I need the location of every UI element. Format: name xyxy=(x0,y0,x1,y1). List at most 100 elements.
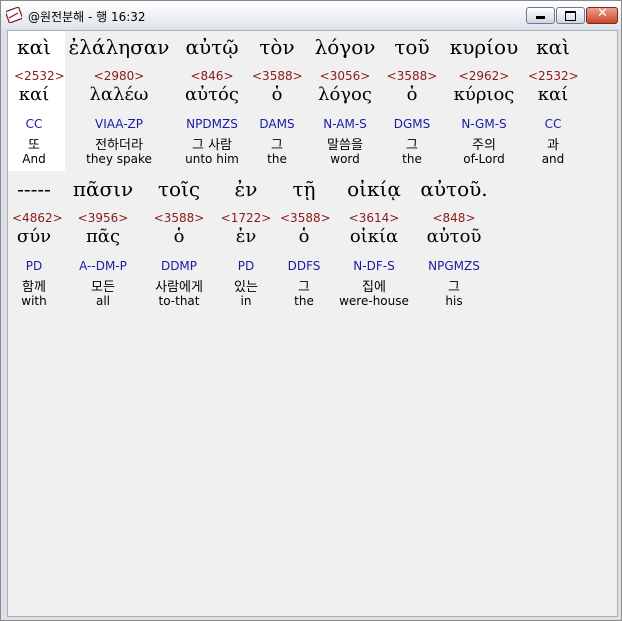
greek-word: αὐτῷ xyxy=(185,35,239,59)
morph-code: NPGMZS xyxy=(428,259,480,273)
korean-gloss: 과 xyxy=(547,138,559,153)
english-gloss: of-Lord xyxy=(463,152,505,166)
morph-code: DDMP xyxy=(160,259,198,273)
lemma: ὁ xyxy=(298,226,310,247)
greek-word: πᾶσιν xyxy=(72,177,134,201)
english-gloss: all xyxy=(95,294,111,308)
korean-gloss: 집에 xyxy=(362,280,386,295)
lemma: καί xyxy=(18,84,50,105)
strong-number: <3588> xyxy=(153,211,205,225)
english-gloss: to-that xyxy=(158,294,200,308)
morph-code: CC xyxy=(25,117,43,131)
morph-code: CC xyxy=(544,117,562,131)
korean-gloss: 모든 xyxy=(91,280,115,295)
lemma: λόγος xyxy=(318,84,372,105)
korean-gloss: 말씀을 xyxy=(327,138,363,153)
app-book-icon xyxy=(6,7,22,23)
window-title: @원전분해 - 행 16:32 xyxy=(28,10,146,24)
title-bar[interactable]: @원전분해 - 행 16:32 ✕ xyxy=(1,1,621,29)
english-gloss: unto him xyxy=(185,152,239,166)
lemma: οἰκία xyxy=(349,226,399,247)
lemma: ὁ xyxy=(271,84,283,105)
greek-word: κυρίου xyxy=(449,35,519,59)
strong-number: <3614> xyxy=(348,211,400,225)
english-gloss: the xyxy=(267,152,287,166)
strong-number: <2980> xyxy=(93,69,145,83)
strong-number: <3588> xyxy=(252,69,303,83)
lemma: καί xyxy=(537,84,569,105)
korean-gloss: 그 xyxy=(448,280,460,295)
minimize-icon xyxy=(536,16,545,19)
lemma: ἐν xyxy=(235,226,257,247)
korean-gloss: 그 xyxy=(271,138,283,153)
morph-code: A--DM-P xyxy=(79,259,127,273)
english-gloss: were-house xyxy=(339,294,409,308)
morph-code: VIAA-ZP xyxy=(94,117,144,131)
app-window: @원전분해 - 행 16:32 ✕ καὶ <2532> καί CC 또 An… xyxy=(0,0,622,621)
greek-word: καὶ xyxy=(536,35,570,59)
lemma: κύριος xyxy=(453,84,515,105)
korean-gloss: 그 사람 xyxy=(191,138,232,153)
english-gloss: the xyxy=(294,294,314,308)
strong-number: <846> xyxy=(190,69,234,83)
close-icon: ✕ xyxy=(597,6,608,21)
lemma: ὁ xyxy=(173,226,185,247)
greek-word: ----- xyxy=(17,177,51,201)
strong-number: <3588> xyxy=(280,211,331,225)
greek-word: αὐτοῦ. xyxy=(420,177,488,201)
english-gloss: they spake xyxy=(86,152,152,166)
morph-code: DGMS xyxy=(393,117,431,131)
english-gloss: with xyxy=(21,294,47,308)
strong-number: <3956> xyxy=(77,211,129,225)
close-button[interactable]: ✕ xyxy=(586,6,618,24)
morph-code: N-GM-S xyxy=(461,117,507,131)
strong-number: <4862> xyxy=(12,211,63,225)
morph-code: N-DF-S xyxy=(353,259,395,273)
strong-number: <2962> xyxy=(458,69,510,83)
korean-gloss: 있는 xyxy=(234,280,258,295)
lemma: ὁ xyxy=(406,84,418,105)
greek-word: λόγον xyxy=(314,35,376,59)
korean-gloss: 전하더라 xyxy=(95,138,143,153)
morph-code: NPDMZS xyxy=(186,117,238,131)
greek-word: οἰκίᾳ xyxy=(347,177,401,201)
english-gloss: and xyxy=(541,152,565,166)
greek-word: τοῖς xyxy=(157,177,201,201)
korean-gloss: 그 xyxy=(298,280,310,295)
lemma: λαλέω xyxy=(89,84,149,105)
english-gloss: word xyxy=(330,152,360,166)
greek-word: τῇ xyxy=(292,177,316,201)
english-gloss: in xyxy=(240,294,252,308)
lemma: αὐτός xyxy=(185,84,239,105)
morph-code: N-AM-S xyxy=(323,117,367,131)
strong-number: <1722> xyxy=(220,211,272,225)
minimize-button[interactable] xyxy=(526,7,555,24)
korean-gloss: 사람에게 xyxy=(155,280,203,295)
greek-word: ἐλάλησαν xyxy=(68,35,170,59)
strong-number: <3056> xyxy=(319,69,371,83)
morph-code: PD xyxy=(237,259,255,273)
greek-word: καὶ xyxy=(17,35,51,59)
lemma: σύν xyxy=(16,226,52,247)
korean-gloss: 함께 xyxy=(22,280,46,295)
lemma: αὐτοῦ xyxy=(426,226,482,247)
korean-gloss: 또 xyxy=(28,138,40,153)
strong-number: <2532> xyxy=(528,69,579,83)
strong-number: <3588> xyxy=(386,69,438,83)
maximize-button[interactable] xyxy=(556,7,585,24)
strong-number: <2532> xyxy=(14,69,65,83)
strong-number: <848> xyxy=(432,211,476,225)
morph-code: DDFS xyxy=(287,259,321,273)
korean-gloss: 주의 xyxy=(472,138,496,153)
interlinear-pane[interactable]: καὶ <2532> καί CC 또 And ἐλάλησαν <2980> … xyxy=(7,30,618,617)
greek-word: τοῦ xyxy=(394,35,430,59)
korean-gloss: 그 xyxy=(406,138,418,153)
maximize-icon xyxy=(565,11,576,21)
morph-code: PD xyxy=(25,259,43,273)
english-gloss: And xyxy=(22,152,46,166)
greek-word: τὸν xyxy=(259,35,295,59)
english-gloss: the xyxy=(402,152,422,166)
english-gloss: his xyxy=(445,294,463,308)
greek-word: ἐν xyxy=(234,177,258,201)
morph-code: DAMS xyxy=(259,117,295,131)
